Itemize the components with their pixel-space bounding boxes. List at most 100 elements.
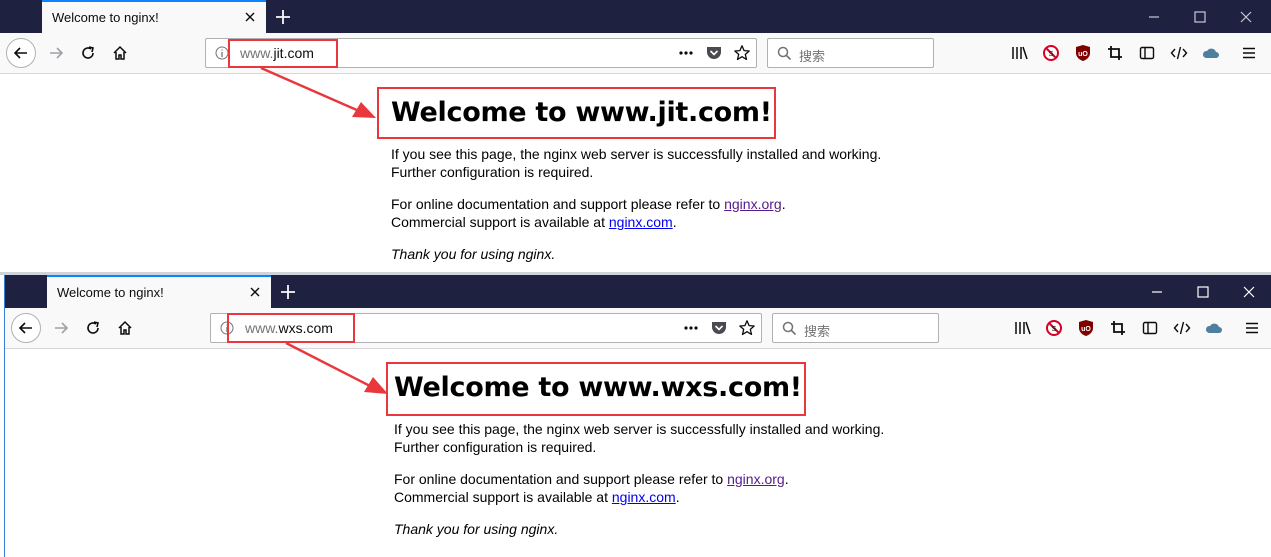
library-button[interactable] xyxy=(1011,316,1035,340)
forward-button[interactable] xyxy=(49,316,73,340)
svg-text:uO: uO xyxy=(1081,326,1091,333)
library-button[interactable] xyxy=(1008,41,1032,65)
screenshot-button[interactable] xyxy=(1103,41,1127,65)
navigation-toolbar: www.jit.com 搜索 S uO xyxy=(0,33,1271,74)
tab-title: Welcome to nginx! xyxy=(52,10,159,25)
hamburger-menu-icon xyxy=(1243,47,1255,59)
back-button[interactable] xyxy=(11,313,41,343)
cloud-icon xyxy=(1205,323,1222,333)
thanks-text: Thank you for using nginx. xyxy=(391,246,556,262)
tab-welcome-to-nginx[interactable]: Welcome to nginx! xyxy=(42,0,266,33)
page-actions-more-icon[interactable] xyxy=(682,319,700,337)
annotation-arrow-icon xyxy=(285,341,388,394)
navigation-toolbar: www.wxs.com 搜索 S uO xyxy=(5,308,1271,349)
back-arrow-icon xyxy=(18,322,32,334)
nginx-com-link[interactable]: nginx.com xyxy=(609,214,673,230)
text-span: For online documentation and support ple… xyxy=(391,196,725,212)
home-button[interactable] xyxy=(108,41,132,65)
text-span: . xyxy=(784,471,789,487)
tab-title: Welcome to nginx! xyxy=(57,285,164,300)
hamburger-menu-icon xyxy=(1246,322,1258,334)
svg-text:S: S xyxy=(1049,51,1054,58)
back-arrow-icon xyxy=(13,47,27,59)
menu-button[interactable] xyxy=(1240,316,1264,340)
bookmark-star-icon[interactable] xyxy=(733,44,751,62)
sidebar-icon xyxy=(1139,46,1155,60)
pocket-icon[interactable] xyxy=(705,44,723,62)
browser-window-jit: Welcome to nginx! www.jit.com 搜索 S uO We… xyxy=(0,0,1271,272)
reload-button[interactable] xyxy=(76,41,100,65)
page-actions-more-icon[interactable] xyxy=(677,44,695,62)
nginx-com-link[interactable]: nginx.com xyxy=(612,489,676,505)
svg-text:uO: uO xyxy=(1078,51,1088,58)
thanks-text: Thank you for using nginx. xyxy=(394,521,559,537)
forward-arrow-icon xyxy=(55,322,69,334)
blocker-extension-button[interactable]: S xyxy=(1042,316,1066,340)
cloud-icon xyxy=(1202,48,1219,58)
screenshot-button[interactable] xyxy=(1106,316,1130,340)
ublock-button[interactable]: uO xyxy=(1071,41,1095,65)
sidebar-button[interactable] xyxy=(1138,316,1162,340)
reload-icon xyxy=(82,46,94,59)
blocker-extension-button[interactable]: S xyxy=(1039,41,1063,65)
site-info-icon[interactable] xyxy=(215,46,229,60)
bookmark-star-icon[interactable] xyxy=(738,319,756,337)
paragraph-line: Commercial support is available at nginx… xyxy=(391,213,881,231)
minimize-icon[interactable] xyxy=(1148,283,1166,301)
nginx-org-link[interactable]: nginx.org xyxy=(724,196,782,212)
search-icon xyxy=(777,46,792,61)
text-span: Commercial support is available at xyxy=(394,489,612,505)
paragraph-line: Further configuration is required. xyxy=(394,439,597,455)
code-icon xyxy=(1173,321,1191,335)
title-bar: Welcome to nginx! xyxy=(0,0,1271,33)
sync-cloud-button[interactable] xyxy=(1199,41,1223,65)
search-placeholder: 搜索 xyxy=(804,324,831,339)
search-icon xyxy=(782,321,797,336)
library-icon xyxy=(1015,321,1031,335)
search-bar[interactable]: 搜索 xyxy=(767,38,934,68)
developer-tools-button[interactable] xyxy=(1170,316,1194,340)
sidebar-button[interactable] xyxy=(1135,41,1159,65)
ublock-shield-icon: uO xyxy=(1076,45,1090,61)
close-window-icon[interactable] xyxy=(1240,283,1258,301)
search-placeholder: 搜索 xyxy=(799,49,826,64)
svg-text:S: S xyxy=(1052,326,1057,333)
pocket-icon[interactable] xyxy=(710,319,728,337)
minimize-icon[interactable] xyxy=(1145,8,1163,26)
paragraph-line: If you see this page, the nginx web serv… xyxy=(391,146,882,162)
developer-tools-button[interactable] xyxy=(1167,41,1191,65)
maximize-icon[interactable] xyxy=(1194,283,1212,301)
close-window-icon[interactable] xyxy=(1237,8,1255,26)
paragraph-line: Further configuration is required. xyxy=(391,164,594,180)
paragraph-line: For online documentation and support ple… xyxy=(394,470,884,488)
search-bar[interactable]: 搜索 xyxy=(772,313,939,343)
text-span: . xyxy=(672,214,677,230)
menu-button[interactable] xyxy=(1237,41,1261,65)
text-span: For online documentation and support ple… xyxy=(394,471,728,487)
close-tab-icon[interactable] xyxy=(242,9,258,25)
heading-highlight-box xyxy=(377,87,776,139)
text-span: . xyxy=(675,489,680,505)
no-script-icon: S xyxy=(1043,45,1059,61)
home-button[interactable] xyxy=(113,316,137,340)
text-span: . xyxy=(781,196,786,212)
tab-welcome-to-nginx[interactable]: Welcome to nginx! xyxy=(47,275,271,308)
close-tab-icon[interactable] xyxy=(247,284,263,300)
nginx-org-link[interactable]: nginx.org xyxy=(727,471,785,487)
reload-icon xyxy=(87,321,99,334)
forward-button[interactable] xyxy=(44,41,68,65)
new-tab-plus-icon[interactable] xyxy=(277,281,299,303)
ublock-button[interactable]: uO xyxy=(1074,316,1098,340)
reload-button[interactable] xyxy=(81,316,105,340)
maximize-icon[interactable] xyxy=(1191,8,1209,26)
new-tab-plus-icon[interactable] xyxy=(272,6,294,28)
sync-cloud-button[interactable] xyxy=(1202,316,1226,340)
paragraph-line: If you see this page, the nginx web serv… xyxy=(394,421,885,437)
forward-arrow-icon xyxy=(50,47,64,59)
annotation-arrow-icon xyxy=(260,66,376,118)
browser-window-wxs: Welcome to nginx! www.wxs.com 搜索 S uO We… xyxy=(4,275,1271,557)
code-icon xyxy=(1170,46,1188,60)
back-button[interactable] xyxy=(6,38,36,68)
library-icon xyxy=(1012,46,1028,60)
sidebar-icon xyxy=(1142,321,1158,335)
